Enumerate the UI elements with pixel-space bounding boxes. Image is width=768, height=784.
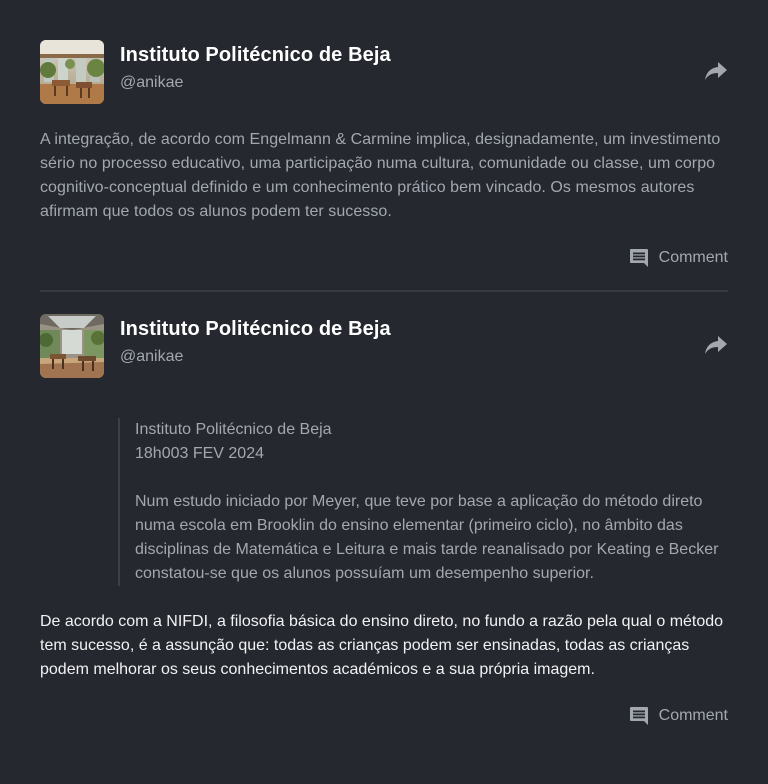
quote-author: Instituto Politécnico de Beja bbox=[135, 421, 332, 438]
post-body: A integração, de acordo com Engelmann & … bbox=[40, 131, 721, 220]
comment-button[interactable]: Comment bbox=[629, 248, 728, 268]
post-actions: Comment bbox=[40, 706, 728, 726]
post-identity: Instituto Politécnico de Beja @anikae bbox=[120, 40, 391, 93]
post-header: Instituto Politécnico de Beja @anikae bbox=[40, 40, 728, 104]
avatar[interactable] bbox=[40, 314, 104, 378]
comment-icon bbox=[629, 707, 648, 725]
quote-meta: Instituto Politécnico de Beja 18h003 FEV… bbox=[135, 418, 728, 466]
username[interactable]: @anikae bbox=[120, 73, 391, 93]
post-identity: Instituto Politécnico de Beja @anikae bbox=[120, 314, 391, 367]
avatar-image bbox=[40, 314, 104, 378]
share-icon bbox=[705, 336, 727, 354]
share-button[interactable] bbox=[704, 60, 728, 82]
username[interactable]: @anikae bbox=[120, 347, 391, 367]
comment-label: Comment bbox=[658, 707, 728, 724]
post-header: Instituto Politécnico de Beja @anikae bbox=[40, 314, 728, 378]
post-feed: Instituto Politécnico de Beja @anikae A … bbox=[40, 40, 728, 726]
share-button[interactable] bbox=[704, 334, 728, 356]
quote-text: Num estudo iniciado por Meyer, que teve … bbox=[135, 493, 719, 582]
avatar[interactable] bbox=[40, 40, 104, 104]
share-icon bbox=[705, 62, 727, 80]
comment-icon bbox=[629, 249, 648, 267]
post: Instituto Politécnico de Beja @anikae In… bbox=[40, 314, 728, 726]
post-body: De acordo com a NIFDI, a filosofia básic… bbox=[40, 613, 724, 678]
post-divider bbox=[40, 290, 728, 292]
post: Instituto Politécnico de Beja @anikae A … bbox=[40, 40, 728, 268]
post-actions: Comment bbox=[40, 248, 728, 268]
avatar-image bbox=[40, 40, 104, 104]
display-name[interactable]: Instituto Politécnico de Beja bbox=[120, 316, 391, 342]
quoted-post[interactable]: Instituto Politécnico de Beja 18h003 FEV… bbox=[118, 418, 728, 586]
comment-label: Comment bbox=[658, 249, 728, 266]
display-name[interactable]: Instituto Politécnico de Beja bbox=[120, 42, 391, 68]
comment-button[interactable]: Comment bbox=[629, 706, 728, 726]
quote-date: 18h003 FEV 2024 bbox=[135, 445, 264, 462]
